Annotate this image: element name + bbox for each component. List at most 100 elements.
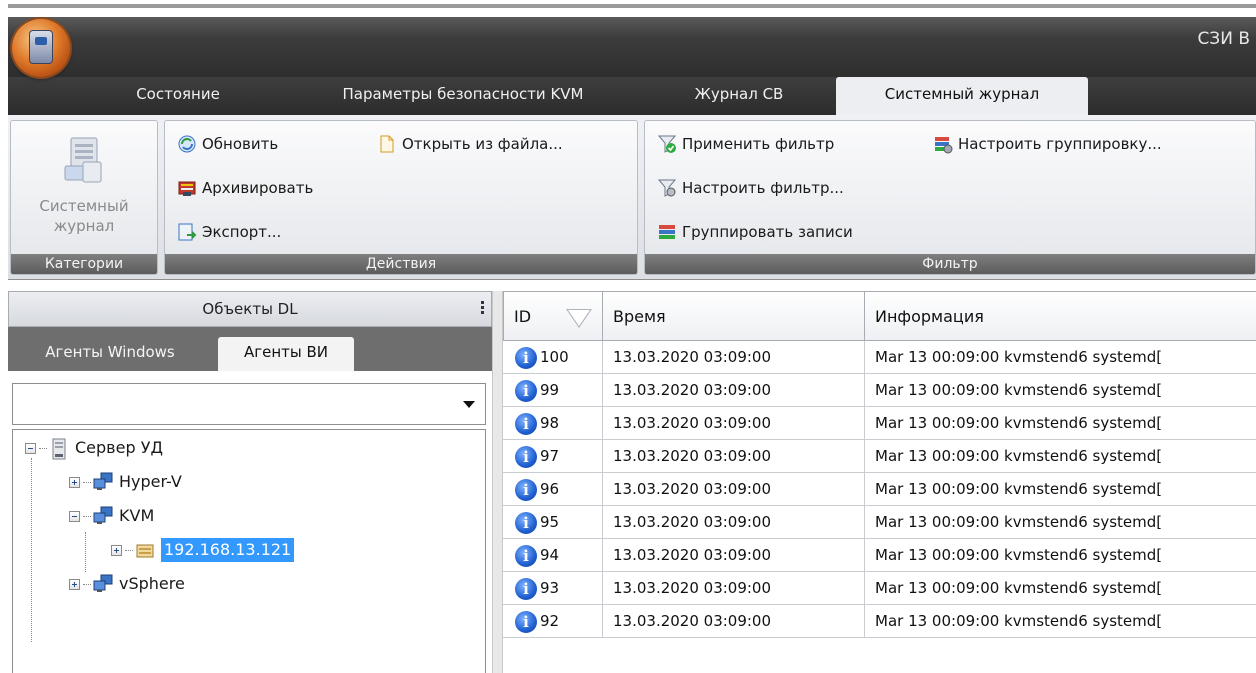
column-info-label: Информация (875, 307, 984, 326)
cell-time: 13.03.2020 03:09:00 (603, 506, 865, 539)
expand-icon[interactable] (69, 476, 80, 488)
group-records-icon (657, 222, 677, 242)
export-label: Экспорт... (202, 223, 282, 241)
table-row[interactable]: i 94 13.03.2020 03:09:00 Mar 13 00:09:00 kv… (503, 539, 1256, 572)
cell-time: 13.03.2020 03:09:00 (603, 341, 865, 374)
table-row[interactable]: i 97 13.03.2020 03:09:00 Mar 13 00:09:00 kv… (503, 440, 1256, 473)
info-icon: i (515, 445, 537, 468)
column-header-id[interactable]: ID (503, 291, 603, 341)
configure-filter-button[interactable]: Настроить фильтр... (657, 175, 844, 201)
app-logo-icon (29, 30, 53, 64)
agent-filter-combobox[interactable] (12, 383, 486, 425)
top-divider (8, 4, 1256, 8)
tab-kvm-security[interactable]: Параметры безопасности KVM (298, 77, 628, 115)
info-icon: i (515, 544, 537, 567)
cell-id-value: 96 (540, 480, 560, 498)
cell-id: i 94 (503, 539, 603, 572)
cell-id: i 98 (503, 407, 603, 440)
cell-time: 13.03.2020 03:09:00 (603, 374, 865, 407)
table-row[interactable]: i 99 13.03.2020 03:09:00 Mar 13 00:09:00 kv… (503, 374, 1256, 407)
cell-info: Mar 13 00:09:00 kvmstend6 systemd[ (875, 513, 1163, 531)
host-icon (135, 540, 155, 560)
refresh-label: Обновить (202, 135, 279, 153)
tree-node-hyperv[interactable]: Hyper-V (69, 470, 182, 494)
apply-filter-icon (657, 134, 677, 154)
chevron-down-icon[interactable] (463, 401, 475, 408)
cell-time: 13.03.2020 03:09:00 (603, 440, 865, 473)
expand-icon[interactable] (69, 578, 80, 590)
cell-id-value: 100 (540, 348, 569, 366)
info-icon: i (515, 577, 537, 600)
cell-id-value: 95 (540, 513, 560, 531)
cell-info: Mar 13 00:09:00 kvmstend6 systemd[ (875, 348, 1163, 366)
objects-pane: Объекты DL Агенты Windows Агенты ВИ Серв… (8, 291, 492, 673)
tree-line (39, 447, 47, 449)
objects-pane-title: Объекты DL (202, 300, 298, 318)
tab-vi-agents[interactable]: Агенты ВИ (218, 337, 354, 371)
table-row[interactable]: i 92 13.03.2020 03:09:00 Mar 13 00:09:00 kv… (503, 605, 1256, 638)
open-from-file-label: Открыть из файла... (402, 135, 563, 153)
tab-status[interactable]: Состояние (118, 77, 238, 115)
tree-line (83, 481, 91, 483)
refresh-button[interactable]: Обновить (177, 131, 278, 157)
system-journal-category-button[interactable]: Системный журнал (11, 126, 157, 236)
group-categories: Системный журнал Категории (10, 120, 158, 275)
filter-settings-icon (657, 178, 677, 198)
table-row[interactable]: i 96 13.03.2020 03:09:00 Mar 13 00:09:00 kv… (503, 473, 1256, 506)
category-label-line1: Системный (39, 197, 129, 215)
archive-button[interactable]: Архивировать (177, 175, 313, 201)
cell-id-value: 92 (540, 612, 560, 630)
group-records-label: Группировать записи (682, 223, 853, 241)
open-file-icon (377, 134, 397, 154)
cell-info: Mar 13 00:09:00 kvmstend6 systemd[ (875, 381, 1163, 399)
cell-time: 13.03.2020 03:09:00 (603, 407, 865, 440)
export-icon (177, 222, 197, 242)
tree-node-vsphere[interactable]: vSphere (69, 572, 185, 596)
column-header-info[interactable]: Информация (865, 291, 1256, 341)
app-title: СЗИ В (1197, 29, 1250, 49)
cell-info: Mar 13 00:09:00 kvmstend6 systemd[ (875, 447, 1163, 465)
journal-grid: ID Время Информация i 100 13.03.2020 03:09… (503, 291, 1256, 673)
group-records-button[interactable]: Группировать записи (657, 219, 853, 245)
tab-system-journal[interactable]: Системный журнал (836, 77, 1088, 117)
info-icon: i (515, 379, 537, 402)
app-menu-orb-icon[interactable] (12, 19, 70, 77)
pane-splitter[interactable] (492, 291, 503, 673)
cell-id-value: 94 (540, 546, 560, 564)
apply-filter-button[interactable]: Применить фильтр (657, 131, 834, 157)
table-row[interactable]: i 98 13.03.2020 03:09:00 Mar 13 00:09:00 kv… (503, 407, 1256, 440)
agent-tabs: Агенты Windows Агенты ВИ (8, 327, 492, 371)
export-button[interactable]: Экспорт... (177, 219, 281, 245)
expand-icon[interactable] (111, 544, 122, 556)
tab-sv-journal[interactable]: Журнал СВ (674, 77, 804, 115)
cell-info: Mar 13 00:09:00 kvmstend6 systemd[ (875, 612, 1163, 630)
group-label-filter: Фильтр (645, 254, 1255, 274)
cell-id: i 92 (503, 605, 603, 638)
open-from-file-button[interactable]: Открыть из файла... (377, 131, 563, 157)
system-journal-icon (63, 136, 105, 186)
cell-id-value: 93 (540, 579, 560, 597)
configure-grouping-button[interactable]: Настроить группировку... (933, 131, 1162, 157)
tree-node-server[interactable]: Сервер УД (25, 436, 163, 460)
tree-node-kvm[interactable]: KVM (69, 504, 154, 528)
objects-pane-header: Объекты DL (8, 291, 492, 327)
cell-id: i 100 (503, 341, 603, 374)
collapse-icon[interactable] (69, 510, 80, 522)
table-row[interactable]: i 95 13.03.2020 03:09:00 Mar 13 00:09:00 kv… (503, 506, 1256, 539)
collapse-icon[interactable] (25, 442, 36, 454)
sort-indicator-icon (566, 309, 592, 328)
group-actions: Обновить Открыть из файла... Архивироват… (164, 120, 638, 275)
network-computers-icon (93, 472, 113, 492)
tree-node-kvm-host[interactable]: 192.168.13.121 (111, 538, 295, 562)
cell-info: Mar 13 00:09:00 kvmstend6 systemd[ (875, 480, 1163, 498)
tab-windows-agents[interactable]: Агенты Windows (12, 337, 208, 371)
column-header-time[interactable]: Время (603, 291, 865, 341)
tree-label-vsphere: vSphere (119, 574, 185, 593)
server-icon (49, 438, 69, 460)
title-bar: СЗИ В (8, 17, 1256, 77)
table-row[interactable]: i 100 13.03.2020 03:09:00 Mar 13 00:09:00 k… (503, 341, 1256, 374)
grouping-settings-icon (933, 134, 953, 154)
pane-options-icon[interactable] (481, 301, 485, 317)
table-row[interactable]: i 93 13.03.2020 03:09:00 Mar 13 00:09:00 kv… (503, 572, 1256, 605)
archive-label: Архивировать (202, 179, 314, 197)
